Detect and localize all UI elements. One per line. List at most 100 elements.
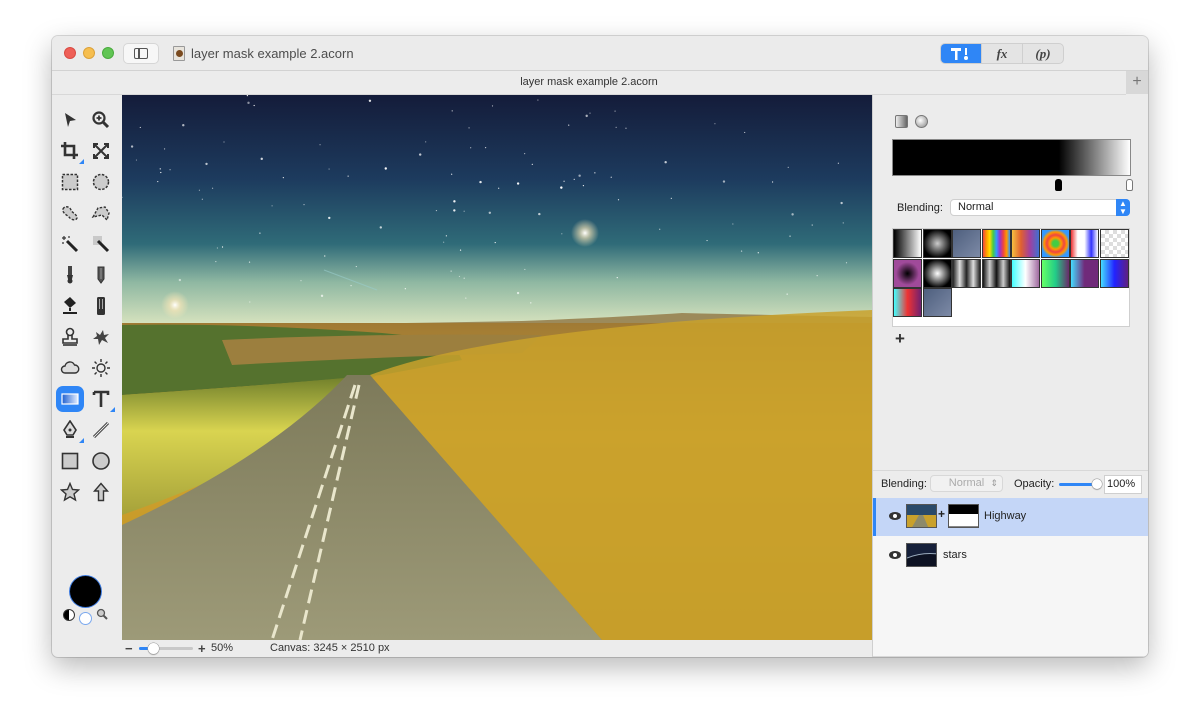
eraser-tool[interactable] bbox=[88, 293, 114, 319]
gradient-preset-rainbow-stripes[interactable] bbox=[981, 229, 1011, 258]
crop-tool[interactable] bbox=[57, 138, 84, 164]
star-point bbox=[771, 181, 774, 183]
add-tab-button[interactable]: + bbox=[1126, 71, 1148, 94]
star-point bbox=[221, 246, 224, 248]
gradient-preset-chrome-2[interactable] bbox=[981, 258, 1011, 288]
zoom-in-button[interactable]: + bbox=[198, 640, 206, 657]
gradient-preset-radial-rainbow[interactable] bbox=[1040, 229, 1070, 258]
gradient-preset-cyan-blue-purple[interactable] bbox=[1099, 258, 1129, 288]
star-point bbox=[215, 260, 217, 263]
opacity-slider[interactable] bbox=[1059, 479, 1102, 489]
burn-dodge-tool[interactable] bbox=[88, 355, 114, 381]
foreground-color-well[interactable] bbox=[70, 576, 101, 607]
layer-row-stars[interactable]: stars bbox=[873, 537, 1148, 575]
gradient-stop-black[interactable] bbox=[1055, 179, 1062, 191]
tab-effects[interactable]: fx bbox=[981, 44, 1022, 63]
star-point bbox=[589, 112, 591, 114]
tab-tools[interactable] bbox=[941, 44, 981, 63]
gradient-preset-slate-2[interactable] bbox=[922, 288, 952, 317]
up-arrow-icon bbox=[92, 482, 110, 502]
linear-gradient-type-button[interactable] bbox=[895, 115, 908, 128]
paint-bucket-tool[interactable] bbox=[57, 293, 83, 319]
clone-tool[interactable] bbox=[57, 324, 83, 350]
minimize-window-button[interactable] bbox=[83, 47, 95, 59]
star-point bbox=[463, 277, 465, 279]
gradient-preset-cyan-white-purple[interactable] bbox=[1011, 258, 1040, 288]
star-point bbox=[616, 277, 618, 279]
background-color-well[interactable] bbox=[79, 612, 92, 625]
eye-icon[interactable] bbox=[889, 551, 901, 559]
gradient-preset-purple-radial[interactable] bbox=[893, 258, 922, 288]
zoom-slider-knob[interactable] bbox=[147, 643, 159, 654]
layer-row-highway[interactable]: + Highway bbox=[873, 498, 1148, 536]
color-wand-tool[interactable] bbox=[88, 231, 114, 257]
magic-wand-tool[interactable] bbox=[57, 231, 83, 257]
eye-icon[interactable] bbox=[889, 512, 901, 520]
close-window-button[interactable] bbox=[64, 47, 76, 59]
opacity-slider-knob[interactable] bbox=[1092, 479, 1102, 489]
gradient-tool[interactable] bbox=[56, 386, 84, 412]
shape-cloud-tool[interactable] bbox=[57, 355, 83, 381]
gradient-preset-red-white-blue[interactable] bbox=[1070, 229, 1099, 258]
star-point bbox=[837, 162, 839, 164]
gradient-preset-cyan-purple[interactable] bbox=[1070, 258, 1099, 288]
arrow-shape-tool[interactable] bbox=[88, 479, 114, 505]
gradient-blending-select[interactable]: Normal ▲ ▼ bbox=[950, 199, 1130, 216]
star-point bbox=[379, 226, 382, 229]
gradient-stop-white[interactable] bbox=[1126, 179, 1133, 191]
star-point bbox=[561, 233, 563, 235]
lasso-tool[interactable] bbox=[57, 200, 83, 226]
oval-shape-tool[interactable] bbox=[88, 448, 114, 474]
star-point bbox=[614, 110, 616, 112]
gradient-preset-sunset[interactable] bbox=[1011, 229, 1040, 258]
add-preset-button[interactable]: + bbox=[895, 329, 905, 349]
toggle-sidebar-button[interactable] bbox=[123, 43, 159, 64]
ellipse-marquee-tool[interactable] bbox=[88, 169, 114, 195]
gradient-preset-transparent-yellow[interactable] bbox=[1099, 229, 1129, 258]
star-shape-tool[interactable] bbox=[57, 479, 83, 505]
zoom-window-button[interactable] bbox=[102, 47, 114, 59]
star-point bbox=[328, 216, 331, 220]
star-point bbox=[303, 204, 305, 206]
canvas[interactable] bbox=[122, 95, 872, 640]
transform-tool[interactable] bbox=[88, 138, 114, 164]
select-arrow-tool[interactable] bbox=[57, 107, 83, 133]
rectangle-shape-tool[interactable] bbox=[57, 448, 83, 474]
radial-gradient-type-button[interactable] bbox=[915, 115, 928, 128]
zoom-slider[interactable] bbox=[139, 643, 193, 654]
tab-properties[interactable]: (p) bbox=[1022, 44, 1063, 63]
smudge-tool[interactable] bbox=[88, 324, 114, 350]
brush-icon bbox=[67, 266, 73, 284]
star-point bbox=[249, 301, 251, 303]
polygon-lasso-tool[interactable] bbox=[88, 200, 114, 226]
gradient-preset-black-white[interactable] bbox=[893, 229, 922, 258]
document-icon[interactable] bbox=[173, 46, 185, 61]
color-picker-icon[interactable] bbox=[96, 608, 108, 620]
pen-tool[interactable] bbox=[57, 417, 84, 443]
brush-tool[interactable] bbox=[57, 262, 83, 288]
star-point bbox=[659, 228, 661, 230]
star-point bbox=[787, 166, 789, 168]
star-point bbox=[328, 168, 330, 170]
gradient-preset-green-purple[interactable] bbox=[1040, 258, 1070, 288]
gradient-preview[interactable] bbox=[892, 139, 1131, 176]
swap-colors-icon[interactable] bbox=[63, 609, 75, 621]
layer-mask-thumbnail[interactable] bbox=[948, 504, 979, 528]
rect-marquee-tool[interactable] bbox=[57, 169, 83, 195]
gradient-preset-slate[interactable] bbox=[952, 229, 981, 258]
pencil-tool[interactable] bbox=[88, 262, 114, 288]
star-point bbox=[384, 167, 387, 170]
crop-icon bbox=[61, 142, 78, 159]
star-point bbox=[324, 255, 326, 257]
gradient-preset-cyan-red-purple[interactable] bbox=[893, 288, 922, 317]
gradient-preset-radial-gray[interactable] bbox=[922, 229, 952, 258]
gradient-preset-chrome-1[interactable] bbox=[952, 258, 981, 288]
zoom-tool[interactable] bbox=[88, 107, 114, 133]
zoom-out-button[interactable]: − bbox=[125, 640, 133, 657]
star-point bbox=[585, 114, 588, 118]
opacity-field[interactable]: 100% bbox=[1104, 475, 1142, 494]
text-tool[interactable] bbox=[88, 386, 115, 412]
gradient-preset-white-glow[interactable] bbox=[922, 258, 952, 288]
layer-blending-select[interactable]: Normal ⇕ bbox=[930, 475, 1003, 492]
line-tool[interactable] bbox=[88, 417, 114, 443]
